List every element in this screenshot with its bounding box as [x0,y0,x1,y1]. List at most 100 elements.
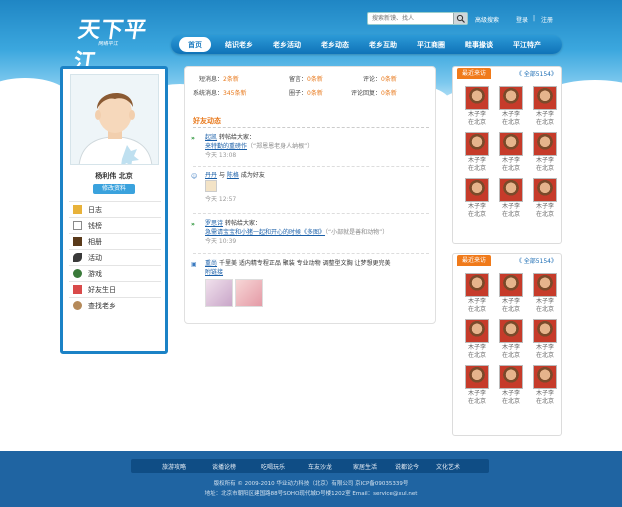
search-button[interactable] [453,13,467,24]
footer-link[interactable]: 说都论今 [395,462,419,471]
search-box [367,12,468,25]
visitor-card[interactable]: 木子李 在北京 [529,178,561,219]
nav-item-news[interactable]: 老乡动态 [321,40,349,50]
feed-attach-link[interactable]: 附链接 [205,269,223,276]
feed-user-link[interactable]: 重尚 [205,260,217,267]
visitor-card[interactable]: 木子李 在北京 [529,132,561,173]
nav-item-talk[interactable]: 畦事掾谈 [465,40,493,50]
header-separator: | [533,15,536,22]
menu-item-birthday[interactable]: 好友生日 [69,281,161,297]
menu-item-list[interactable]: 钱榜 [69,217,161,233]
avatar[interactable] [70,74,159,165]
visitor-card[interactable]: 木子李 在北京 [529,273,561,314]
site-logo[interactable]: 天下平江 网络平江 [72,12,161,75]
visitor-card[interactable]: 木子李 在北京 [495,132,527,173]
feed-text: 转帖给大家： [224,220,261,227]
menu-item-album[interactable]: 相册 [69,233,161,249]
telescope-icon [73,253,82,262]
visitor-card[interactable]: 木子李 在北京 [461,273,493,314]
nav-item-help[interactable]: 老乡互助 [369,40,397,50]
footer-link[interactable]: 家居生活 [353,462,377,471]
stat-system[interactable]: 系统消息：345条新 [193,88,246,97]
stat-messages[interactable]: 短消息：2条新 [199,74,239,83]
visitor-card[interactable]: 木子李 在北京 [529,365,561,406]
main-nav: 首页 结识老乡 老乡活动 老乡动态 老乡互助 平江商圈 畦事掾谈 平江特产 [171,35,562,54]
visitor-card[interactable]: 木子李 在北京 [495,273,527,314]
feed-entry: » 起凯 转帖给大家： 来特勤的重磅作（“郑恩恩老身人纳根”） 今天 13:08 [191,133,431,160]
nav-item-activities[interactable]: 老乡活动 [273,40,301,50]
visitor-card[interactable]: 木子李 在北京 [461,178,493,219]
feed-user-link[interactable]: 丹丹 [205,172,217,179]
feed-post-link[interactable]: 急需请宝宝和小猪一起和开心的时候《多图》 [205,229,325,236]
menu-item-label: 日志 [88,205,102,214]
feed-user2-link[interactable]: 陈格 [227,172,239,179]
recent-visitors-box: 最近来访 《 全部5154》 木子李 在北京 木子李 在北京 木子李 在北京 木子李在… [452,66,562,244]
feed-time: 今天 13:08 [205,152,237,159]
stat-replies[interactable]: 评论回复：0条新 [351,88,397,97]
visitor-card[interactable]: 木子李 在北京 [495,178,527,219]
login-link[interactable]: 登录 [516,15,528,24]
doc-icon [73,221,82,230]
menu-item-label: 游戏 [88,269,102,278]
view-all-link[interactable]: 《 全部5154》 [516,69,557,78]
feed-user-link[interactable]: 起凯 [205,134,217,141]
divider [193,166,429,167]
visitor-card[interactable]: 木子李 在北京 [461,365,493,406]
visitor-card[interactable]: 木子李 在北京 [461,86,493,127]
advanced-search-link[interactable]: 高级搜索 [475,15,499,24]
visitor-card[interactable]: 木子李 在北京 [461,132,493,173]
menu-item-activity[interactable]: 活动 [69,249,161,265]
visitor-photo [465,132,489,156]
visitor-card[interactable]: 木子李 在北京 [495,365,527,406]
nav-item-home[interactable]: 首页 [179,37,211,52]
friend-avatar[interactable] [205,180,217,192]
footer-link[interactable]: 吃喝玩乐 [261,462,285,471]
feed-text: 转帖给大家： [218,134,255,141]
footer-link[interactable]: 旅游攻略 [162,462,186,471]
visitor-photo [499,178,523,202]
share-icon: » [191,221,195,228]
recent-visitors-tab[interactable]: 最近来访 [457,68,492,79]
visitor-card[interactable]: 木子李 在北京 [461,319,493,360]
visitor-photo [465,86,489,110]
stat-guestbook[interactable]: 留言：0条新 [289,74,323,83]
edit-profile-button[interactable]: 修改资料 [93,184,135,194]
menu-item-label: 相册 [88,237,102,246]
nav-item-products[interactable]: 平江特产 [513,40,541,50]
feed-user-link[interactable]: 罗思诗 [205,220,223,227]
visitor-card[interactable]: 木子李 在北京 [495,86,527,127]
visitor-card[interactable]: 木子李 在北京 [529,319,561,360]
search-person-icon [73,301,82,310]
stat-circles[interactable]: 圈子：0条新 [289,88,323,97]
feed-quote: （“小部就是善和动物”） [325,229,389,236]
divider [193,127,429,128]
footer-copyright: 版权所有 © 2009-2010 华业动力科技（北京）有限公司 京ICP备090… [213,481,409,487]
stat-comments[interactable]: 评论：0条新 [363,74,397,83]
nav-item-business[interactable]: 平江商圈 [417,40,445,50]
footer-link[interactable]: 车友沙龙 [308,462,332,471]
recent-visitors-tab[interactable]: 最近来访 [457,255,492,266]
feed-time: 今天 12:57 [205,196,237,203]
view-all-link[interactable]: 《 全部5154》 [516,256,557,265]
book-icon [73,205,82,214]
visitor-photo [499,132,523,156]
menu-item-find[interactable]: 查找老乡 [69,297,161,313]
feed-time: 今天 10:39 [205,238,237,245]
footer-link[interactable]: 谈播论榜 [212,462,236,471]
nav-item-meet[interactable]: 结识老乡 [225,40,253,50]
menu-item-label: 活动 [88,253,102,262]
search-input[interactable] [368,13,453,24]
feed-post-link[interactable]: 来特勤的重磅作 [205,143,247,150]
menu-item-label: 钱榜 [88,221,102,230]
visitor-photo [499,319,523,343]
feed-image[interactable] [205,279,233,307]
feed-image[interactable] [234,279,263,307]
visitor-photo [533,132,557,156]
register-link[interactable]: 注册 [541,15,553,24]
visitor-card[interactable]: 木子李 在北京 [495,319,527,360]
menu-item-diary[interactable]: 日志 [69,201,161,217]
footer-link[interactable]: 文化艺术 [436,462,460,471]
album-icon [73,237,82,246]
visitor-card[interactable]: 木子李 在北京 [529,86,561,127]
menu-item-games[interactable]: 游戏 [69,265,161,281]
